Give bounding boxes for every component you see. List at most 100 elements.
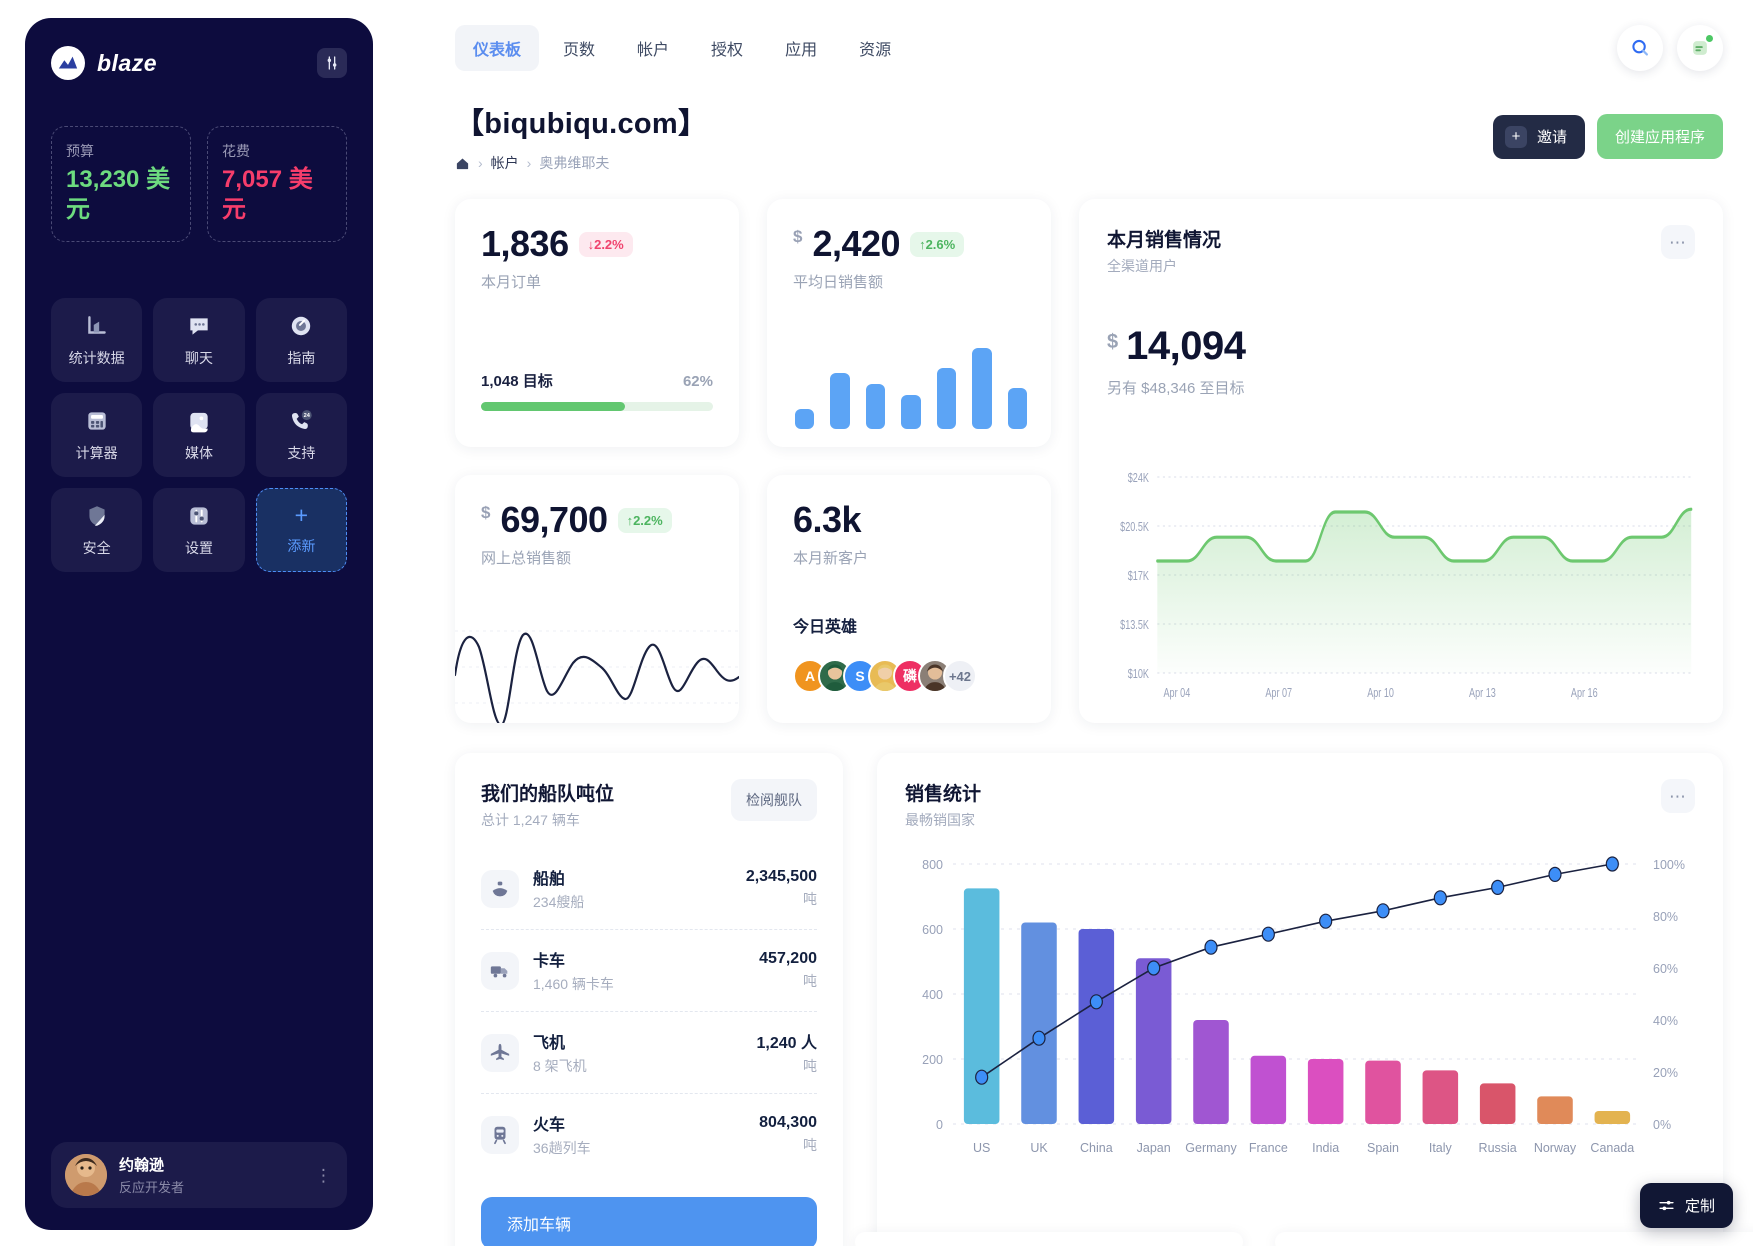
heroes-avatar-stack[interactable]: A S 磷 +42 bbox=[793, 659, 977, 693]
kebab-menu-icon[interactable]: ⋮ bbox=[315, 1167, 333, 1184]
page-title: 【biqubiqu.com】 bbox=[455, 108, 708, 140]
profile-text: 约翰逊 反应开发者 bbox=[119, 1154, 303, 1196]
customize-button[interactable]: 定制 bbox=[1639, 1183, 1733, 1228]
svg-text:$24K: $24K bbox=[1128, 472, 1150, 486]
page-header: 【biqubiqu.com】 › 帐户 › 奥弗维耶夫 + 邀请 创建应用程序 bbox=[455, 100, 1723, 173]
svg-text:Japan: Japan bbox=[1137, 1141, 1171, 1155]
sales-statistics-title: 销售统计 bbox=[905, 784, 982, 805]
breadcrumb-item-accounts[interactable]: 帐户 bbox=[491, 153, 519, 173]
support-phone-24-icon: 24 bbox=[292, 409, 313, 429]
svg-text:Apr 10: Apr 10 bbox=[1367, 687, 1394, 701]
tab-pages[interactable]: 页数 bbox=[545, 25, 613, 71]
fleet-row-name: 船舶 bbox=[533, 871, 566, 888]
svg-text:$13.5K: $13.5K bbox=[1120, 619, 1149, 633]
sidebar-item-label: 媒体 bbox=[184, 444, 213, 461]
avg-daily-kpi-card: $ 2,420 ↑2.6% 平均日销售额 bbox=[767, 199, 1051, 447]
breadcrumb: › 帐户 › 奥弗维耶夫 bbox=[455, 153, 707, 173]
breadcrumb-item-current: 奥弗维耶夫 bbox=[539, 155, 610, 171]
monthly-sales-value-row: $ 14,094 bbox=[1107, 324, 1695, 369]
svg-text:UK: UK bbox=[1030, 1141, 1048, 1155]
fleet-row-meta: 234艘船 bbox=[533, 894, 585, 910]
svg-text:$10K: $10K bbox=[1128, 668, 1150, 682]
tab-authorization[interactable]: 授权 bbox=[693, 25, 761, 71]
avg-daily-currency: $ bbox=[793, 227, 803, 246]
kpi-column-1: 1,836 ↓2.2% 本月订单 1,048 目标 62% $ 69,700 ↑… bbox=[455, 199, 739, 723]
svg-text:60%: 60% bbox=[1653, 962, 1678, 976]
svg-text:Russia: Russia bbox=[1479, 1141, 1517, 1155]
notifications-button[interactable] bbox=[1677, 25, 1723, 71]
fleet-row-values: 1,240 人吨 bbox=[757, 1029, 818, 1076]
monthly-sales-card: 本月销售情况 全渠道用户 ⋯ $ 14,094 另有 $48,346 至目标 $… bbox=[1079, 199, 1723, 723]
monthly-sales-currency: $ bbox=[1107, 331, 1119, 353]
sidebar-item-security[interactable]: 安全 bbox=[51, 488, 143, 572]
avg-daily-delta: 2.6% bbox=[925, 236, 956, 252]
fleet-row-unit: 吨 bbox=[803, 973, 817, 989]
avg-daily-minibar-chart bbox=[795, 339, 1027, 429]
breadcrumb-separator: › bbox=[526, 155, 532, 171]
image-icon bbox=[190, 412, 208, 432]
sidebar-item-calculator[interactable]: 计算器 bbox=[51, 393, 143, 477]
minibar bbox=[972, 348, 992, 429]
monthly-sales-subtitle: 全渠道用户 bbox=[1107, 258, 1177, 274]
sidebar-item-chat[interactable]: 聊天 bbox=[153, 298, 245, 382]
svg-text:0%: 0% bbox=[1653, 1118, 1671, 1132]
fleet-row-name: 卡车 bbox=[533, 953, 566, 970]
fleet-row-name: 飞机 bbox=[533, 1035, 566, 1052]
minibar bbox=[830, 373, 850, 429]
fleet-row-amount: 2,345,500 bbox=[745, 868, 817, 885]
svg-text:France: France bbox=[1249, 1141, 1288, 1155]
invite-button[interactable]: + 邀请 bbox=[1492, 114, 1585, 159]
pareto-chart: 0 200 400 600 800 0% 20% 40% 60% 80% 100% US UK China… bbox=[905, 856, 1695, 1166]
fleet-row[interactable]: 船舶 234艘船 2,345,500 吨 bbox=[481, 848, 817, 930]
sidebar-item-settings[interactable]: 设置 bbox=[153, 488, 245, 572]
fleet-row[interactable]: 飞机 8 架飞机 1,240 人吨 bbox=[481, 1012, 817, 1094]
monthly-sales-head: 本月销售情况 全渠道用户 ⋯ bbox=[1107, 225, 1695, 276]
fleet-row-text: 卡车 1,460 辆卡车 bbox=[533, 947, 614, 994]
fleet-row[interactable]: 火车 36趟列车 804,300 吨 bbox=[481, 1094, 817, 1175]
sidebar-item-guide[interactable]: 指南 bbox=[255, 298, 347, 382]
sliders-icon bbox=[327, 56, 337, 70]
sidebar-item-add-new[interactable]: + 添新 bbox=[255, 488, 347, 572]
tab-resources[interactable]: 资源 bbox=[841, 25, 909, 71]
chat-bubble-icon bbox=[190, 317, 208, 335]
monthly-sales-menu-button[interactable]: ⋯ bbox=[1661, 225, 1695, 259]
svg-text:China: China bbox=[1080, 1141, 1113, 1155]
sidebar-settings-button[interactable] bbox=[317, 48, 347, 78]
notification-dot bbox=[1705, 34, 1714, 43]
fleet-row-meta: 36趟列车 bbox=[533, 1140, 591, 1156]
svg-text:80%: 80% bbox=[1653, 910, 1678, 924]
main-content: 仪表板 页数 帐户 授权 应用 资源 【biqubiqu.com】 › 帐户 ›… bbox=[400, 0, 1753, 1246]
svg-text:Spain: Spain bbox=[1367, 1141, 1399, 1155]
tab-dashboard[interactable]: 仪表板 bbox=[455, 25, 540, 71]
search-button[interactable] bbox=[1617, 25, 1663, 71]
create-app-button[interactable]: 创建应用程序 bbox=[1596, 114, 1723, 159]
heroes-title: 今日英雄 bbox=[793, 619, 858, 636]
sidebar-profile[interactable]: 约翰逊 反应开发者 ⋮ bbox=[51, 1142, 347, 1208]
svg-text:Apr 13: Apr 13 bbox=[1469, 687, 1496, 701]
fleet-row-amount: 804,300 bbox=[759, 1114, 817, 1131]
tab-apps[interactable]: 应用 bbox=[767, 25, 835, 71]
sales-statistics-card: 销售统计 最畅销国家 ⋯ 0 200 400 600 800 0% 20% 40% 60% 80%… bbox=[877, 753, 1723, 1246]
tab-accounts[interactable]: 帐户 bbox=[619, 25, 687, 71]
sidebar-item-support[interactable]: 24 支持 bbox=[255, 393, 347, 477]
sidebar-item-label: 支持 bbox=[287, 444, 316, 461]
brand[interactable]: blaze bbox=[51, 46, 157, 80]
avg-daily-value: 2,420 bbox=[812, 223, 901, 264]
sidebar-item-media[interactable]: 媒体 bbox=[153, 393, 245, 477]
svg-text:Canada: Canada bbox=[1590, 1141, 1634, 1155]
svg-text:Apr 07: Apr 07 bbox=[1265, 687, 1292, 701]
kpi-column-2: $ 2,420 ↑2.6% 平均日销售额 6.3k 本月新客户 今日英雄 AS磷… bbox=[767, 199, 1051, 723]
sales-statistics-menu-button[interactable]: ⋯ bbox=[1661, 779, 1695, 813]
fleet-row-values: 2,345,500 吨 bbox=[746, 868, 817, 909]
sidebar-item-statistics[interactable]: 统计数据 bbox=[51, 298, 143, 382]
review-fleet-button[interactable]: 检阅舰队 bbox=[731, 779, 817, 821]
sidebar-brand-row: blaze bbox=[51, 46, 347, 80]
home-icon[interactable] bbox=[455, 156, 470, 171]
fleet-row[interactable]: 卡车 1,460 辆卡车 457,200 吨 bbox=[481, 930, 817, 1012]
add-vehicle-button[interactable]: 添加车辆 bbox=[481, 1197, 817, 1246]
hero-more-count[interactable]: +42 bbox=[943, 659, 977, 693]
customize-icon bbox=[1659, 1200, 1674, 1211]
new-customers-label: 本月新客户 bbox=[793, 550, 869, 567]
avg-daily-delta-badge: ↑2.6% bbox=[910, 231, 965, 257]
